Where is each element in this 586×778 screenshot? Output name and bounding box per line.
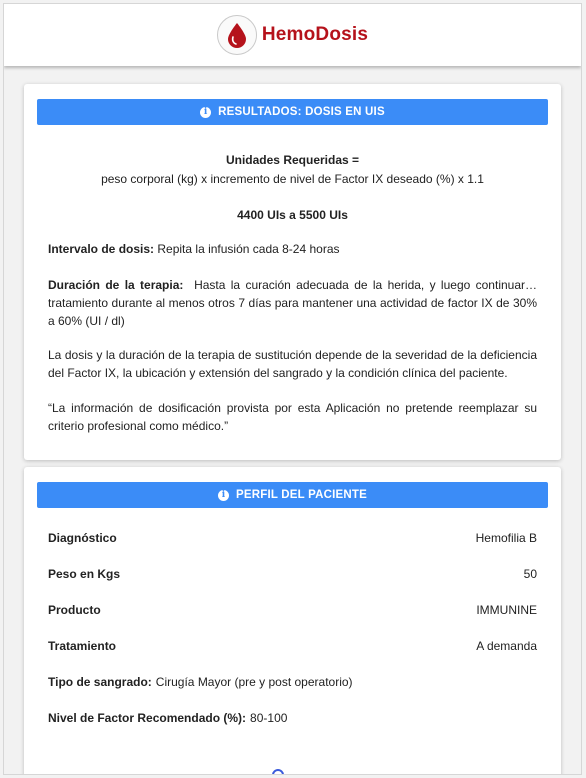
row-value: Cirugía Mayor (pre y post operatorio) bbox=[155, 675, 353, 689]
dose-interval: Intervalo de dosis: Repita la infusión c… bbox=[48, 240, 537, 258]
results-card: i RESULTADOS: DOSIS EN UIS Unidades Requ… bbox=[24, 84, 561, 460]
profile-row-product: Producto IMMUNINE bbox=[48, 592, 537, 628]
app-header: HemoDosis bbox=[4, 4, 581, 66]
profile-row-treatment: Tratamiento A demanda bbox=[48, 628, 537, 664]
brand-name: HemoDosis bbox=[261, 24, 369, 45]
info-icon: i bbox=[218, 489, 230, 501]
scroll-indicator-icon[interactable] bbox=[272, 769, 284, 774]
dose-range: 4400 UIs a 5500 UIs bbox=[237, 208, 348, 222]
blood-drop-icon bbox=[227, 23, 246, 48]
row-value: 50 bbox=[523, 567, 537, 581]
row-value: 80-100 bbox=[250, 711, 288, 725]
row-label: Nivel de Factor Recomendado (%): bbox=[48, 711, 247, 725]
results-header: i RESULTADOS: DOSIS EN UIS bbox=[37, 99, 548, 125]
row-label: Tratamiento bbox=[48, 639, 117, 653]
profile-row-bleeding-type: Tipo de sangrado: Cirugía Mayor (pre y p… bbox=[48, 664, 537, 700]
profile-row-factor-level: Nivel de Factor Recomendado (%): 80-100 bbox=[48, 700, 537, 736]
profile-row-weight: Peso en Kgs 50 bbox=[48, 556, 537, 592]
patient-profile-card: i PERFIL DEL PACIENTE Diagnóstico Hemofi… bbox=[24, 467, 561, 774]
profile-row-diagnosis: Diagnóstico Hemofilia B bbox=[48, 520, 537, 556]
therapy-duration-label: Duración de la terapia: bbox=[48, 278, 184, 292]
disclaimer: “La información de dosificación provista… bbox=[48, 401, 537, 433]
row-label: Peso en Kgs bbox=[48, 567, 121, 581]
info-icon: i bbox=[200, 106, 212, 118]
formula-title: Unidades Requeridas = bbox=[225, 153, 360, 167]
formula-text: peso corporal (kg) x incremento de nivel… bbox=[101, 172, 484, 186]
dose-interval-label: Intervalo de dosis: bbox=[48, 242, 155, 256]
app-window: HemoDosis i RESULTADOS: DOSIS EN UIS Uni… bbox=[3, 3, 582, 775]
row-label: Producto bbox=[48, 603, 101, 617]
row-label: Diagnóstico bbox=[48, 531, 117, 545]
row-label: Tipo de sangrado: bbox=[48, 675, 152, 689]
profile-header: i PERFIL DEL PACIENTE bbox=[37, 482, 548, 508]
results-header-label: RESULTADOS: DOSIS EN UIS bbox=[218, 106, 385, 118]
dose-interval-text: Repita la infusión cada 8-24 horas bbox=[157, 242, 340, 256]
therapy-duration: Duración de la terapia: Hasta la curació… bbox=[48, 276, 537, 330]
row-value: Hemofilia B bbox=[475, 531, 537, 545]
profile-header-label: PERFIL DEL PACIENTE bbox=[236, 489, 367, 501]
row-value: IMMUNINE bbox=[476, 603, 537, 617]
row-value: A demanda bbox=[476, 639, 537, 653]
dosis-note: La dosis y la duración de la terapia de … bbox=[48, 348, 537, 380]
logo bbox=[216, 15, 257, 55]
